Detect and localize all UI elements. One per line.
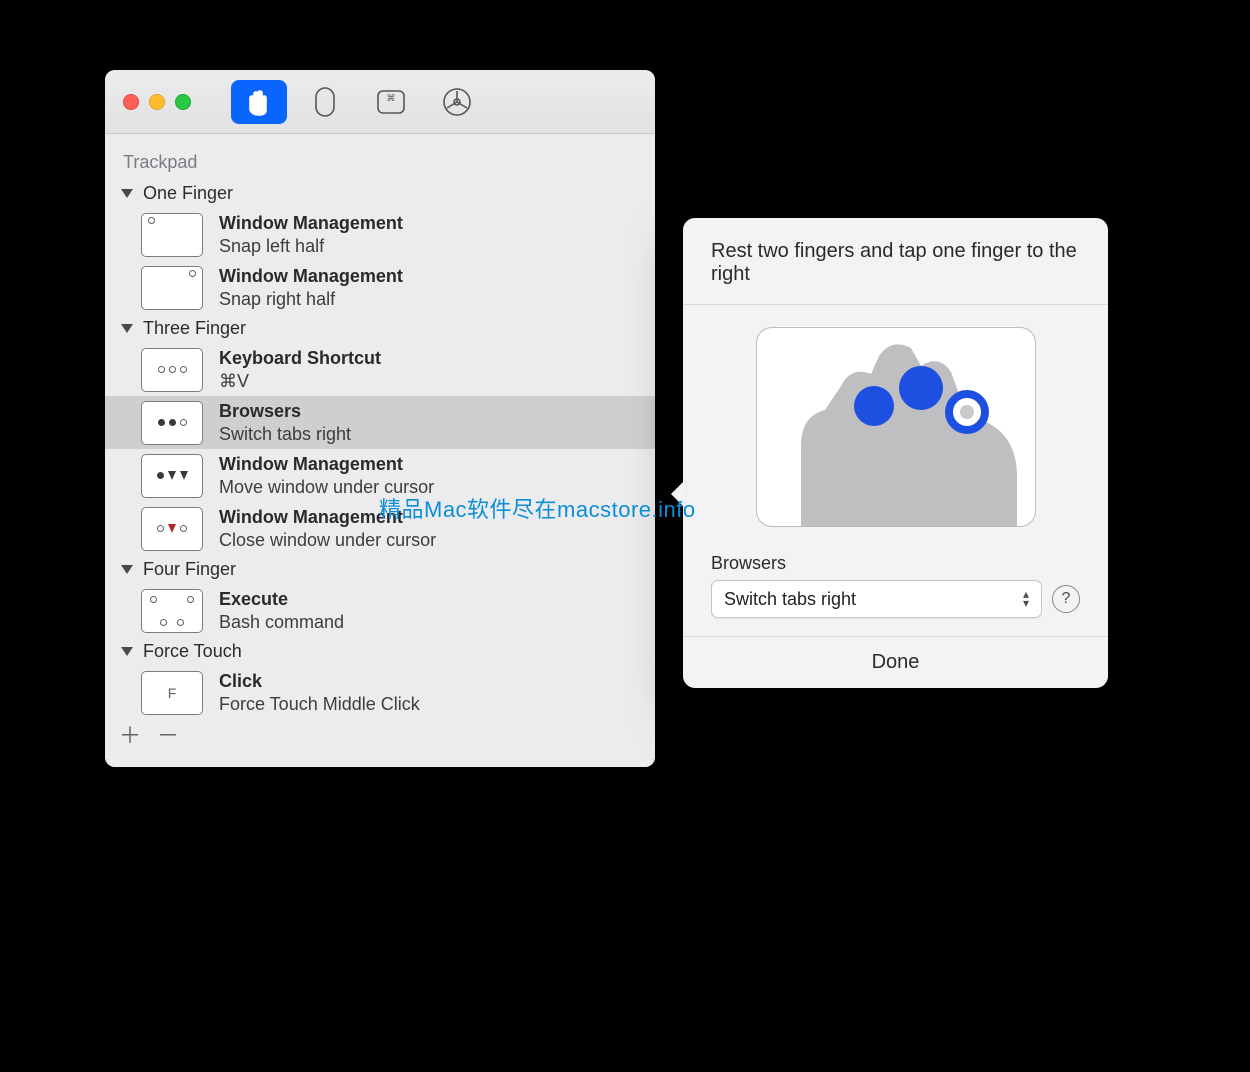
toolbar-mouse-tab[interactable] (297, 80, 353, 124)
mouse-icon (310, 85, 340, 119)
row-title: Window Management (219, 453, 434, 476)
gesture-thumb (141, 348, 203, 392)
done-button[interactable]: Done (683, 636, 1108, 688)
gesture-row[interactable]: Window Management Snap left half (105, 208, 655, 261)
gesture-row[interactable]: Window Management Snap right half (105, 261, 655, 314)
group-header-force-touch[interactable]: Force Touch (105, 637, 655, 666)
help-button[interactable]: ? (1052, 585, 1080, 613)
row-subtitle: Snap left half (219, 235, 403, 258)
row-subtitle: ⌘V (219, 370, 381, 393)
toolbar-settings-tab[interactable] (429, 80, 485, 124)
action-category-label: Browsers (711, 553, 1080, 574)
group-header-four-finger[interactable]: Four Finger (105, 555, 655, 584)
group-header-one-finger[interactable]: One Finger (105, 179, 655, 208)
row-subtitle: Switch tabs right (219, 423, 351, 446)
row-subtitle: Close window under cursor (219, 529, 436, 552)
group-label: One Finger (143, 183, 233, 204)
action-select-value: Switch tabs right (724, 589, 856, 610)
titlebar: ⌘ (105, 70, 655, 134)
toolbar-keyboard-tab[interactable]: ⌘ (363, 80, 419, 124)
remove-button[interactable]: － (157, 725, 179, 747)
gesture-list: Trackpad One Finger Window Management Sn… (105, 134, 655, 767)
disclosure-triangle-icon (121, 324, 133, 333)
action-select[interactable]: Switch tabs right ▴▾ (711, 580, 1042, 618)
gesture-editor-popover: Rest two fingers and tap one finger to t… (683, 218, 1108, 688)
row-title: Browsers (219, 400, 351, 423)
gesture-thumb (141, 213, 203, 257)
hand-preview-icon (771, 327, 1031, 527)
gesture-row[interactable]: Keyboard Shortcut ⌘V (105, 343, 655, 396)
popover-instruction: Rest two fingers and tap one finger to t… (683, 218, 1108, 305)
row-subtitle: Force Touch Middle Click (219, 693, 420, 716)
group-label: Force Touch (143, 641, 242, 662)
gesture-thumb: F (141, 671, 203, 715)
traffic-lights (123, 94, 191, 110)
toolbar-gestures-tab[interactable] (231, 80, 287, 124)
row-subtitle: Snap right half (219, 288, 403, 311)
chevron-updown-icon: ▴▾ (1023, 591, 1029, 606)
gesture-row[interactable]: Execute Bash command (105, 584, 655, 637)
row-title: Execute (219, 588, 344, 611)
svg-text:⌘: ⌘ (387, 93, 396, 103)
row-title: Window Management (219, 265, 403, 288)
gesture-row-selected[interactable]: Browsers Switch tabs right (105, 396, 655, 449)
gesture-thumb (141, 589, 203, 633)
list-footer: ＋ － (105, 719, 655, 757)
row-title: Click (219, 670, 420, 693)
disclosure-triangle-icon (121, 565, 133, 574)
trackpad-preview (756, 327, 1036, 527)
row-subtitle: Bash command (219, 611, 344, 634)
gesture-thumb (141, 266, 203, 310)
preferences-window: ⌘ Trackpad One Finger Window Managem (105, 70, 655, 767)
popover-body: Browsers Switch tabs right ▴▾ ? (683, 305, 1108, 636)
group-header-three-finger[interactable]: Three Finger (105, 314, 655, 343)
row-title: Keyboard Shortcut (219, 347, 381, 370)
zoom-window-button[interactable] (175, 94, 191, 110)
watermark-text: 精品Mac软件尽在macstore.info (379, 492, 696, 524)
disclosure-triangle-icon (121, 189, 133, 198)
group-label: Three Finger (143, 318, 246, 339)
add-button[interactable]: ＋ (119, 725, 141, 747)
group-label: Four Finger (143, 559, 236, 580)
gesture-thumb (141, 507, 203, 551)
gesture-row[interactable]: F Click Force Touch Middle Click (105, 666, 655, 719)
keyboard-icon: ⌘ (374, 87, 408, 117)
disclosure-triangle-icon (121, 647, 133, 656)
gesture-thumb (141, 454, 203, 498)
row-title: Window Management (219, 212, 403, 235)
gear-icon (440, 85, 474, 119)
minimize-window-button[interactable] (149, 94, 165, 110)
section-title: Trackpad (105, 148, 655, 179)
close-window-button[interactable] (123, 94, 139, 110)
gesture-thumb (141, 401, 203, 445)
hand-icon (242, 88, 276, 116)
